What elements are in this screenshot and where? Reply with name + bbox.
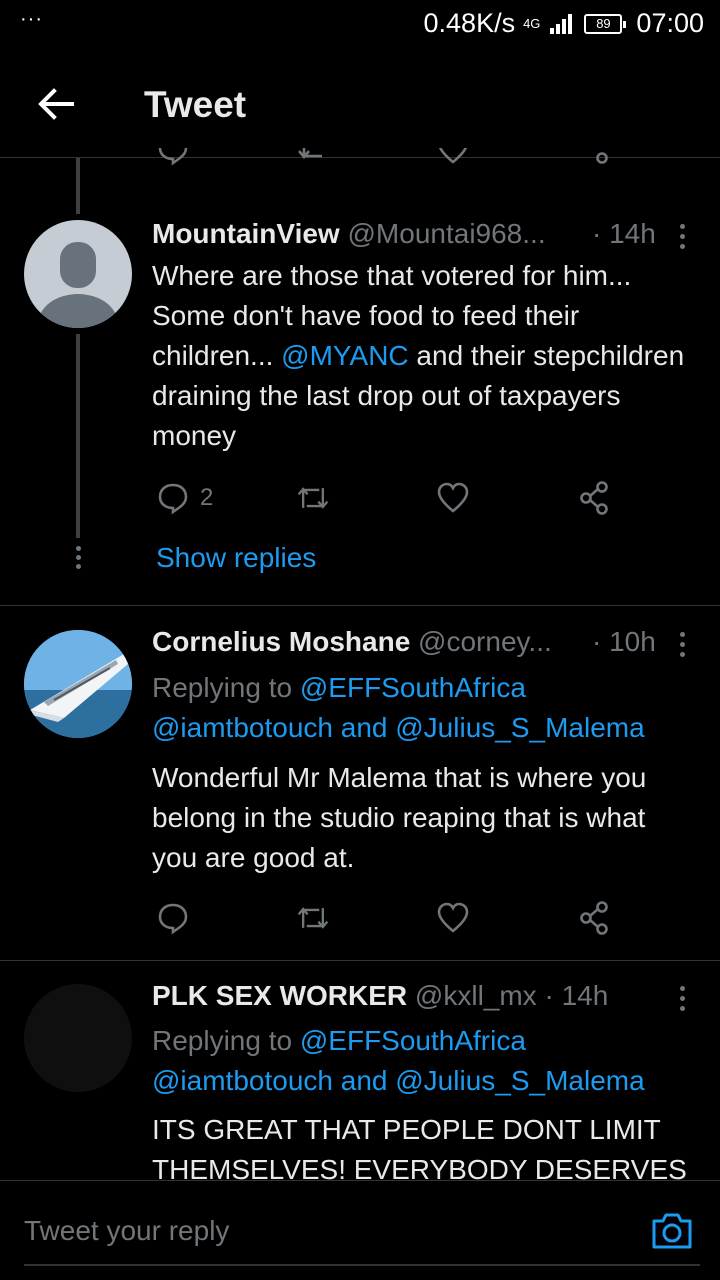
user-handle[interactable]: @kxll_mx	[415, 980, 537, 1011]
mention-link[interactable]: @Julius_S_Malema	[395, 1065, 644, 1096]
tweet-time: · 14h	[544, 980, 609, 1011]
replying-to: Replying to @EFFSouthAfrica @iamtbotouch…	[152, 1021, 692, 1101]
reply-composer: Tweet your reply	[0, 1180, 720, 1280]
camera-icon[interactable]	[650, 1211, 694, 1251]
display-name[interactable]: PLK SEX WORKER	[152, 980, 407, 1011]
tweet-text: ITS GREAT THAT PEOPLE DONT LIMIT THEMSEL…	[152, 1114, 687, 1180]
avatar[interactable]	[24, 984, 132, 1092]
tweet-plk[interactable]: PLK SEX WORKER @kxll_mx · 14h Replying t…	[0, 0, 720, 1180]
mention-link[interactable]: @iamtbotouch	[152, 1065, 333, 1096]
replying-label: Replying to	[152, 1025, 300, 1056]
mention-link[interactable]: @EFFSouthAfrica	[300, 1025, 526, 1056]
more-icon[interactable]	[676, 986, 688, 1016]
reply-input-underline	[24, 1264, 700, 1266]
reply-input[interactable]: Tweet your reply	[24, 1215, 229, 1247]
replying-and: and	[332, 1065, 396, 1096]
tweet-header: PLK SEX WORKER @kxll_mx · 14h	[152, 980, 690, 1012]
